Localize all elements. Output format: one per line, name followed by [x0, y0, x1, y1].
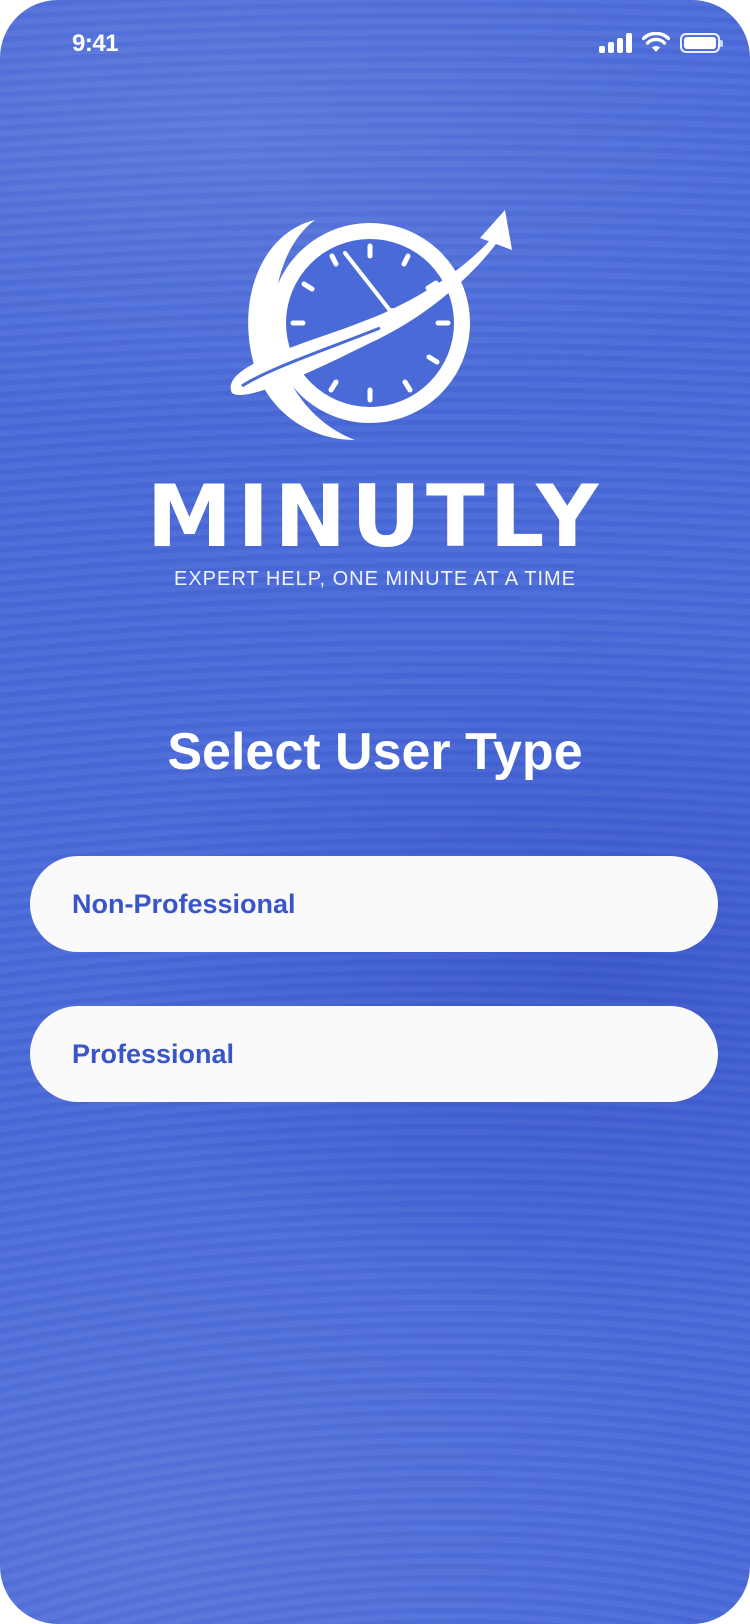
battery-icon: [680, 33, 723, 53]
status-icons: [599, 32, 723, 54]
page-title: Select User Type: [167, 723, 583, 781]
professional-label: Professional: [72, 1038, 235, 1069]
brand-name: MINUTLY: [146, 467, 604, 567]
non-professional-button[interactable]: Non-Professional: [30, 856, 718, 952]
non-professional-label: Non-Professional: [72, 888, 296, 919]
clock-globe-arrow-logo: [230, 210, 512, 440]
app-screen: 9:41 MINUTLY EXPERT HELP, ONE MINUTE AT …: [0, 0, 750, 1624]
brand-tagline: EXPERT HELP, ONE MINUTE AT A TIME: [173, 568, 576, 590]
status-time: 9:41: [72, 30, 119, 57]
signal-icon: [599, 33, 632, 53]
wifi-icon: [642, 32, 670, 52]
professional-button[interactable]: Professional: [30, 1006, 718, 1102]
